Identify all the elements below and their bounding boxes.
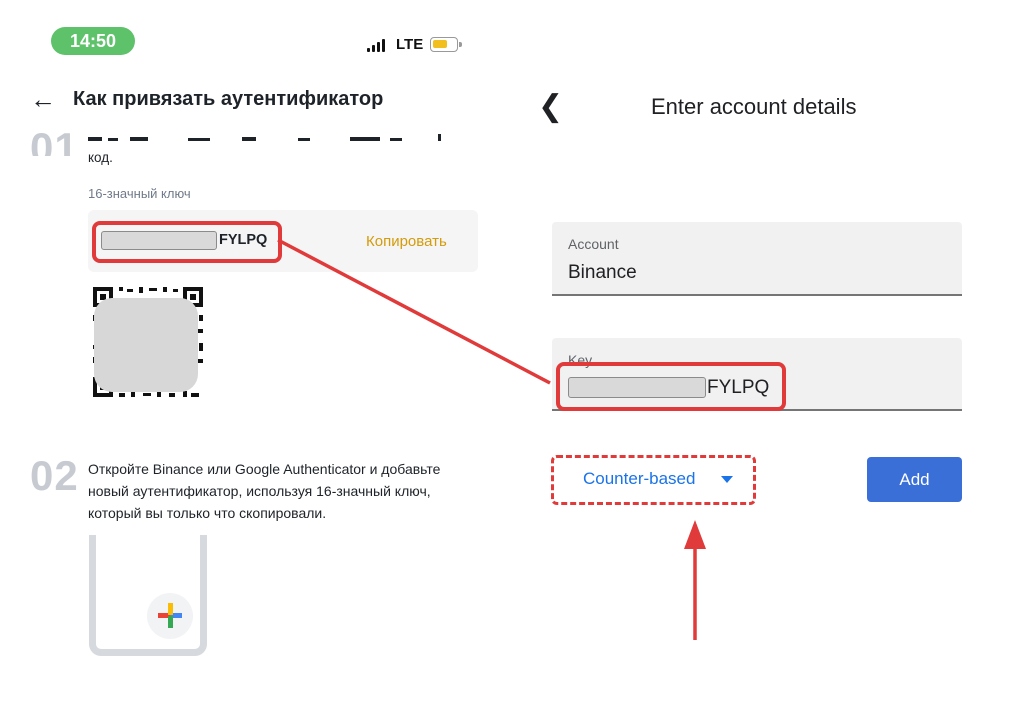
- copy-button[interactable]: Копировать: [366, 233, 447, 250]
- step2-text: Откройте Binance или Google Authenticato…: [88, 461, 441, 521]
- step1-text-cut: [88, 128, 453, 144]
- step1-text: код.: [88, 150, 113, 165]
- signal-icon: [367, 39, 387, 52]
- qr-redaction: [94, 298, 198, 392]
- counter-based-dropdown[interactable]: Counter-based: [583, 469, 695, 489]
- network-type: LTE: [396, 36, 424, 53]
- step-number-2: 02: [30, 452, 79, 499]
- account-field-value[interactable]: Binance: [568, 262, 637, 284]
- back-arrow-icon[interactable]: ←: [30, 86, 56, 112]
- cut-off-text-line: [88, 134, 441, 141]
- status-time: 14:50: [51, 27, 135, 55]
- add-button[interactable]: Add: [867, 457, 962, 502]
- account-field-label: Account: [568, 236, 619, 252]
- step-number-1: 01: [30, 124, 79, 156]
- key-field-annotation-box: [556, 362, 786, 411]
- page-title-right: Enter account details: [651, 94, 857, 119]
- page-title: Как привязать аутентификатор: [73, 88, 384, 110]
- key-label: 16-значный ключ: [88, 186, 191, 201]
- chevron-left-icon[interactable]: ❮: [538, 92, 563, 122]
- dropdown-caret-icon[interactable]: [721, 476, 733, 483]
- pointer-arrow-head: [684, 520, 706, 549]
- account-field[interactable]: Account Binance: [552, 222, 962, 296]
- key-annotation-box: [92, 221, 282, 263]
- phone-illustration: [89, 535, 207, 656]
- battery-icon: [430, 37, 462, 52]
